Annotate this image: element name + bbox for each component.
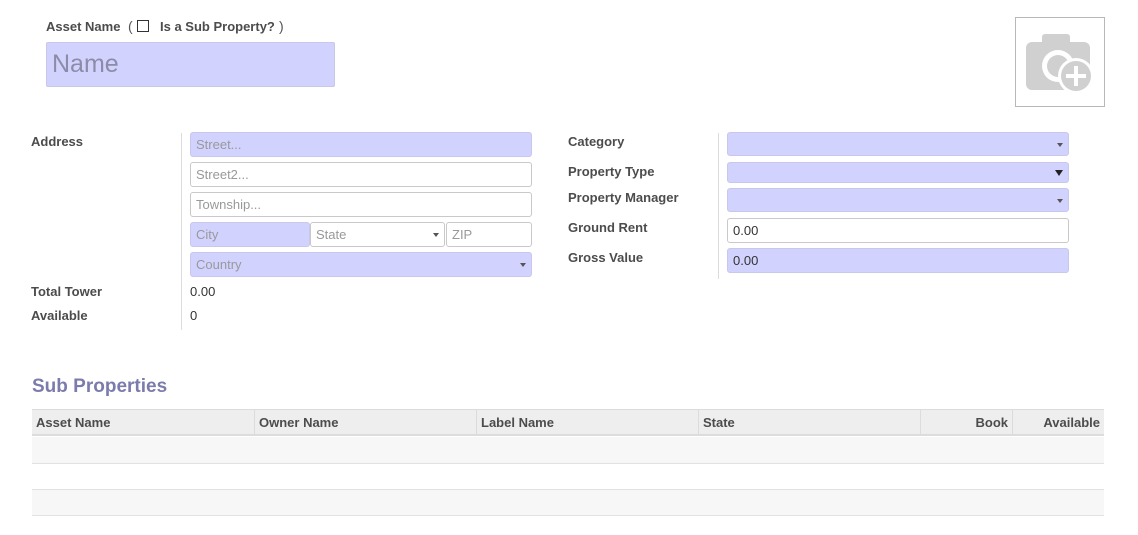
state-select[interactable]: State: [310, 222, 445, 247]
table-row[interactable]: [32, 464, 1104, 490]
city-input[interactable]: City: [190, 222, 310, 247]
gross-value-label: Gross Value: [568, 250, 644, 265]
state-placeholder: State: [316, 227, 347, 242]
chevron-down-icon: [1057, 143, 1063, 147]
sub-properties-title: Sub Properties: [32, 376, 168, 397]
table-row[interactable]: [32, 490, 1104, 516]
col-asset-name[interactable]: Asset Name: [32, 410, 255, 436]
category-label: Category: [568, 134, 625, 149]
col-book[interactable]: Book: [921, 410, 1013, 436]
address-label: Address: [31, 134, 84, 149]
camera-plus-icon: [1026, 34, 1094, 94]
photo-upload[interactable]: [1015, 17, 1105, 107]
left-group-divider: [181, 133, 182, 330]
property-type-select[interactable]: [727, 162, 1069, 183]
right-group-divider: [718, 133, 719, 279]
caret-down-icon: [1055, 170, 1063, 176]
category-select[interactable]: [727, 132, 1069, 156]
asset-name-label: Asset Name: [46, 19, 121, 34]
ground-rent-label: Ground Rent: [568, 220, 648, 235]
available-label: Available: [31, 308, 88, 323]
table-row[interactable]: [32, 437, 1104, 464]
total-tower-label: Total Tower: [31, 284, 103, 299]
available-value: 0: [190, 308, 198, 323]
table-header: Asset Name Owner Name Label Name State B…: [32, 409, 1104, 436]
property-type-label: Property Type: [568, 164, 655, 179]
chevron-down-icon: [1057, 199, 1063, 203]
col-available[interactable]: Available: [1013, 410, 1104, 436]
street-input[interactable]: Street...: [190, 132, 532, 157]
gross-value-input[interactable]: 0.00: [727, 248, 1069, 273]
country-placeholder: Country: [196, 257, 242, 272]
total-tower-value: 0.00: [190, 284, 216, 299]
sub-property-checkbox[interactable]: [137, 20, 149, 32]
paren-open: (: [128, 18, 133, 34]
chevron-down-icon: [433, 233, 439, 237]
street2-input[interactable]: Street2...: [190, 162, 532, 187]
paren-close: ): [279, 18, 284, 34]
chevron-down-icon: [520, 263, 526, 267]
col-state[interactable]: State: [699, 410, 921, 436]
property-manager-label: Property Manager: [568, 190, 679, 205]
township-input[interactable]: Township...: [190, 192, 532, 217]
country-select[interactable]: Country: [190, 252, 532, 277]
sub-property-label: Is a Sub Property?: [160, 19, 275, 34]
sub-properties-table: Asset Name Owner Name Label Name State B…: [32, 409, 1104, 517]
name-input[interactable]: Name: [46, 42, 335, 87]
col-label-name[interactable]: Label Name: [477, 410, 699, 436]
zip-input[interactable]: ZIP: [446, 222, 532, 247]
property-manager-select[interactable]: [727, 188, 1069, 212]
col-owner-name[interactable]: Owner Name: [255, 410, 477, 436]
ground-rent-input[interactable]: 0.00: [727, 218, 1069, 243]
